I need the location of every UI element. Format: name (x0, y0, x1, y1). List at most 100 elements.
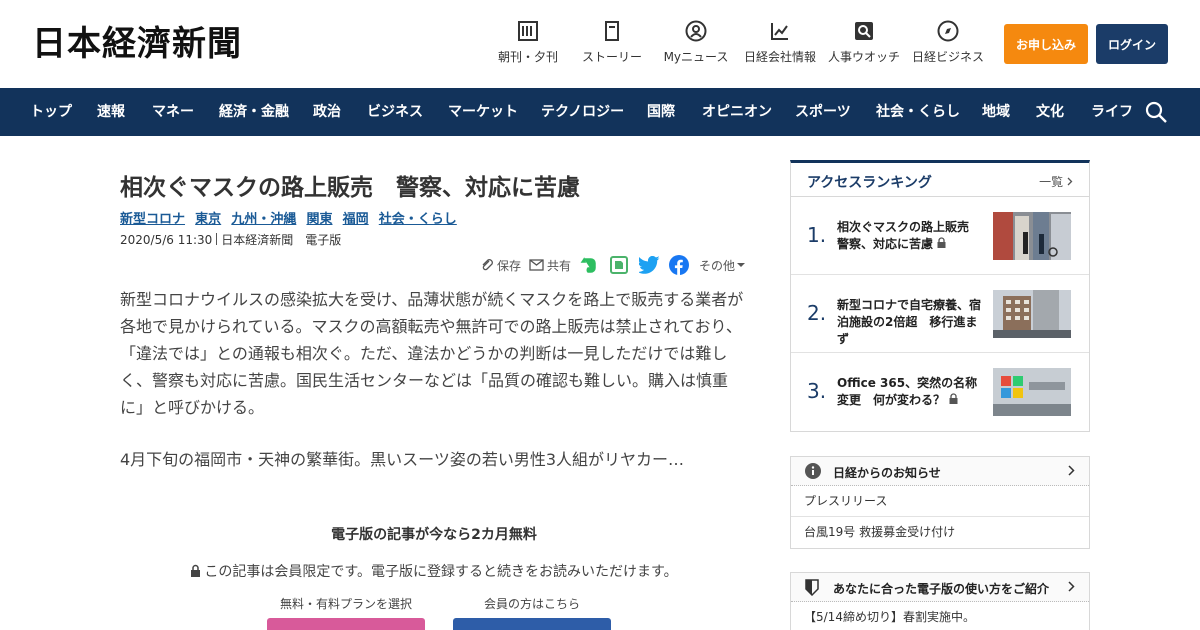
nav-item-region[interactable]: 地域 (982, 88, 1010, 136)
ranking-item[interactable]: 2. 新型コロナで自宅療養、宿泊施設の2倍超 移行進まず (791, 275, 1089, 353)
paywall-text: この記事は会員限定です。電子版に登録すると続きをお読みいただけます。 (204, 564, 678, 580)
ranking-more-link[interactable]: 一覧 (1039, 173, 1073, 190)
ranking-header: アクセスランキング 一覧 (791, 163, 1089, 197)
nav-item-sports[interactable]: スポーツ (795, 88, 851, 136)
facebook-icon[interactable] (669, 255, 690, 275)
article-body-paragraph: 新型コロナウイルスの感染拡大を受け、品薄状態が続くマスクを路上で販売する業者が各… (120, 290, 744, 417)
bookmark-app-icon[interactable] (609, 255, 629, 275)
header-link-story[interactable]: ストーリー (572, 20, 652, 65)
ranking-headline: 相次ぐマスクの路上販売 警察、対応に苦慮 (837, 220, 982, 251)
main-nav: トップ 速報 マネー 経済・金融 政治 ビジネス マーケット テクノロジー 国際… (0, 88, 1200, 136)
header-link-label: 日経ビジネス (911, 50, 984, 64)
share-toolbar: 保存 共有 その他 (480, 254, 756, 276)
nav-item-market[interactable]: マーケット (448, 88, 518, 136)
guide-panel: あなたに合った電子版の使い方をご紹介 【5/14締め切り】春割実施中。 (790, 572, 1090, 630)
article-source: 日本経済新聞 電子版 (221, 233, 342, 247)
user-icon (685, 20, 707, 42)
nav-item-business[interactable]: ビジネス (367, 88, 423, 136)
notices-header[interactable]: 日経からのお知らせ (791, 457, 1089, 486)
header-link-paper[interactable]: 朝刊・夕刊 (488, 20, 568, 65)
site-header: 日本経濟新聞 朝刊・夕刊 ストーリー Myニュース 日経会社情報 人事ウオッチ … (0, 0, 1200, 88)
login-button[interactable]: ログイン (1096, 24, 1168, 64)
ranking-number: 2. (807, 301, 827, 325)
search-icon[interactable] (1144, 100, 1168, 124)
save-button[interactable]: 保存 (480, 257, 521, 274)
other-share-button[interactable]: その他 (699, 257, 748, 274)
chart-icon (771, 23, 788, 40)
lock-icon (937, 237, 946, 248)
twitter-icon[interactable] (639, 256, 661, 274)
nav-item-economy[interactable]: 経済・金融 (219, 88, 289, 136)
select-plan-button[interactable] (267, 618, 425, 630)
ranking-item-text: 相次ぐマスクの路上販売 警察、対応に苦慮 (837, 219, 987, 253)
article-tags: 新型コロナ 東京 九州・沖縄 関東 福岡 社会・くらし (120, 208, 463, 227)
member-login-button[interactable] (453, 618, 611, 630)
plan-caption: 無料・有料プランを選択 (280, 597, 413, 611)
guide-item[interactable]: 【5/14締め切り】春割実施中。 (791, 602, 1089, 630)
header-link-personnel[interactable]: 人事ウオッチ (824, 20, 904, 65)
header-link-mynews[interactable]: Myニュース (656, 20, 736, 65)
nav-item-politics[interactable]: 政治 (313, 88, 341, 136)
nav-item-technology[interactable]: テクノロジー (541, 88, 624, 136)
share-label: 共有 (547, 258, 572, 273)
lock-icon (949, 393, 958, 404)
header-link-label: 朝刊・夕刊 (497, 50, 558, 64)
tag-link[interactable]: 東京 (195, 212, 221, 227)
info-icon (805, 463, 821, 479)
shield-icon (805, 579, 819, 596)
save-label: 保存 (497, 258, 522, 273)
ranking-item[interactable]: 3. Office 365、突然の名称変更 何が変わる？ (791, 353, 1089, 431)
nav-item-money[interactable]: マネー (152, 88, 194, 136)
ranking-thumbnail (993, 368, 1071, 416)
guide-title: あなたに合った電子版の使い方をご紹介 (833, 582, 1050, 596)
tag-link[interactable]: 社会・くらし (379, 212, 457, 227)
ranking-headline: 新型コロナで自宅療養、宿泊施設の2倍超 移行進まず (837, 298, 982, 346)
article-meta: 2020/5/6 11:30 日本経済新聞 電子版 (120, 231, 341, 248)
article-title: 相次ぐマスクの路上販売 警察、対応に苦慮 (120, 175, 580, 201)
member-caption: 会員の方はこちら (484, 597, 581, 611)
ranking-panel: アクセスランキング 一覧 1. 相次ぐマスクの路上販売 警察、対応に苦慮 2. … (790, 160, 1090, 432)
nav-item-culture[interactable]: 文化 (1036, 88, 1064, 136)
paywall-notice: この記事は会員限定です。電子版に登録すると続きをお読みいただけます。 (120, 561, 748, 581)
guide-header[interactable]: あなたに合った電子版の使い方をご紹介 (791, 573, 1089, 602)
mail-icon (529, 259, 544, 271)
newspaper-icon (518, 21, 538, 41)
header-link-label: 日経会社情報 (743, 50, 816, 64)
ranking-number: 1. (807, 223, 827, 247)
chevron-right-icon (1067, 177, 1073, 186)
ranking-thumbnail (993, 290, 1071, 338)
header-link-business[interactable]: 日経ビジネス (908, 20, 988, 65)
tag-link[interactable]: 新型コロナ (120, 212, 185, 227)
notices-panel: 日経からのお知らせ プレスリリース 台風19号 救援募金受け付け (790, 456, 1090, 549)
search-person-icon (855, 22, 873, 40)
meta-divider (216, 233, 218, 245)
article-body-paragraph: 4月下旬の福岡市・天神の繁華街。黒いスーツ姿の若い男性3人組がリヤカー… (120, 450, 685, 469)
nav-item-society[interactable]: 社会・くらし (876, 88, 960, 136)
ranking-number: 3. (807, 379, 827, 403)
ranking-item-text: Office 365、突然の名称変更 何が変わる？ (837, 375, 987, 409)
notice-item[interactable]: プレスリリース (791, 486, 1089, 517)
site-logo[interactable]: 日本経濟新聞 (32, 24, 242, 64)
nav-item-top[interactable]: トップ (30, 88, 72, 136)
ranking-item[interactable]: 1. 相次ぐマスクの路上販売 警察、対応に苦慮 (791, 197, 1089, 275)
ranking-more-label: 一覧 (1039, 175, 1064, 189)
tag-link[interactable]: 関東 (306, 212, 332, 227)
apply-button[interactable]: お申し込み (1004, 24, 1088, 64)
notices-title: 日経からのお知らせ (833, 466, 941, 480)
ranking-thumbnail (993, 212, 1071, 260)
nav-item-opinion[interactable]: オピニオン (702, 88, 772, 136)
chevron-right-icon (1068, 581, 1075, 592)
evernote-icon[interactable] (579, 255, 599, 275)
tag-link[interactable]: 福岡 (343, 212, 369, 227)
article-date: 2020/5/6 11:30 (120, 233, 213, 247)
paperclip-icon (482, 259, 493, 271)
share-button[interactable]: 共有 (529, 257, 571, 274)
nav-item-international[interactable]: 国際 (647, 88, 675, 136)
ranking-title: アクセスランキング (807, 175, 932, 191)
notice-item[interactable]: 台風19号 救援募金受け付け (791, 517, 1089, 548)
nav-item-breaking[interactable]: 速報 (97, 88, 125, 136)
header-link-company[interactable]: 日経会社情報 (740, 20, 820, 65)
tag-link[interactable]: 九州・沖縄 (231, 212, 296, 227)
compass-icon (937, 20, 959, 42)
nav-item-life[interactable]: ライフ (1091, 88, 1133, 136)
